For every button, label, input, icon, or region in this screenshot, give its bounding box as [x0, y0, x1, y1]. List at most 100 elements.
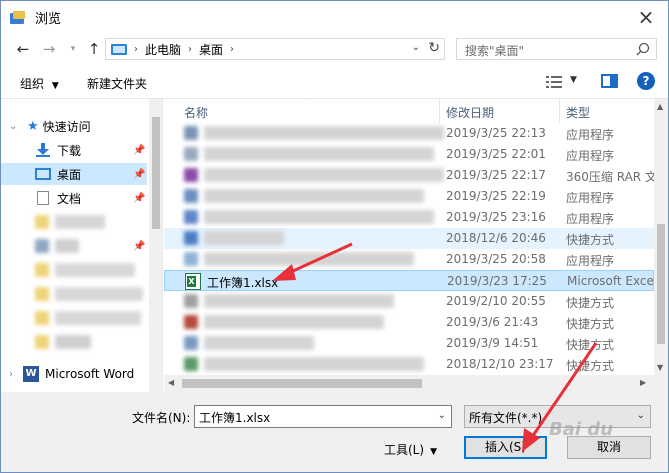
scrollbar-thumb[interactable]	[657, 224, 665, 344]
address-dropdown-icon[interactable]: ⌄	[412, 42, 420, 53]
star-icon: ★	[27, 118, 39, 134]
scroll-down-icon[interactable]: ▼	[657, 363, 663, 372]
file-type: 应用程序	[566, 191, 615, 205]
help-icon[interactable]: ?	[637, 72, 655, 90]
table-row[interactable]: 2019/3/25 22:13 应用程序	[164, 123, 654, 144]
file-icon	[184, 336, 198, 350]
new-folder-button[interactable]: 新建文件夹	[87, 75, 147, 92]
navigation-bar: ← → ▾ ↑ › 此电脑 › 桌面 › ⌄ ↻ 搜索"桌面"	[1, 33, 668, 65]
file-date: 2019/3/25 23:16	[446, 210, 546, 224]
breadcrumb-this-pc[interactable]: 此电脑	[145, 41, 181, 58]
preview-pane-icon[interactable]	[601, 74, 618, 88]
filename-field[interactable]: 工作簿1.xlsx ⌄	[194, 405, 452, 428]
file-icon	[184, 231, 198, 245]
sidebar-label: Microsoft Word	[45, 367, 135, 381]
filename-label: 文件名(N):	[132, 411, 191, 425]
address-bar[interactable]: › 此电脑 › 桌面 › ⌄ ↻	[105, 38, 445, 60]
file-icon	[184, 147, 198, 161]
table-row[interactable]: 2018/12/10 23:17 快捷方式	[164, 354, 654, 375]
table-row[interactable]: 2019/3/25 22:01 应用程序	[164, 144, 654, 165]
forward-button[interactable]: →	[39, 39, 59, 59]
chevron-right-icon: ›	[134, 43, 138, 55]
blurred-file-name	[204, 147, 434, 161]
sidebar-item-desktop[interactable]: 桌面 📌	[1, 163, 147, 185]
horizontal-scrollbar[interactable]: ◀ ▶	[164, 375, 654, 392]
vertical-scrollbar[interactable]: ▲ ▼	[654, 99, 668, 392]
up-button[interactable]: ↑	[84, 39, 104, 59]
file-row-selected[interactable]: X 工作簿1.xlsx 2019/3/23 17:25 Microsoft Exce	[164, 270, 654, 291]
table-row[interactable]: 2019/3/25 22:19 应用程序	[164, 186, 654, 207]
sidebar-label: 下载	[57, 143, 82, 158]
scroll-right-icon[interactable]: ▶	[640, 378, 646, 387]
file-type: 快捷方式	[566, 359, 615, 373]
file-type: 快捷方式	[566, 233, 615, 247]
column-name[interactable]: 名称	[184, 104, 208, 121]
scroll-up-icon[interactable]: ▲	[657, 102, 663, 111]
file-icon	[184, 210, 198, 224]
blurred-file-name	[204, 336, 314, 350]
refresh-icon[interactable]: ↻	[428, 40, 440, 56]
file-date: 2019/3/25 22:13	[446, 126, 546, 140]
navigation-pane[interactable]: ⌄ ★ 快速访问 下载 📌 桌面 📌 文档 📌 📌 › W Microsoft …	[1, 99, 163, 392]
window-title: 浏览	[35, 11, 62, 27]
back-button[interactable]: ←	[13, 39, 33, 59]
file-list[interactable]: ⌃ 名称 修改日期 类型 2019/3/25 22:13 应用程序 2019/3/2…	[164, 99, 668, 392]
table-row[interactable]: 2018/12/6 20:46 快捷方式	[164, 228, 654, 249]
file-type: 360压缩 RAR 文	[566, 170, 654, 184]
recent-locations-button[interactable]: ▾	[63, 39, 83, 59]
sidebar-item-microsoft-word[interactable]: › W Microsoft Word	[1, 363, 147, 385]
chevron-down-icon[interactable]: ▼	[570, 75, 577, 85]
file-icon	[184, 294, 198, 308]
blurred-file-name	[204, 168, 444, 182]
sidebar-scrollbar[interactable]	[149, 99, 162, 392]
file-date: 2019/3/23 17:25	[447, 274, 547, 288]
sidebar-item-documents[interactable]: 文档 📌	[1, 187, 147, 209]
sidebar-item-downloads[interactable]: 下载 📌	[1, 139, 147, 161]
title-bar: 浏览 ×	[1, 1, 668, 33]
file-date: 2019/3/25 22:17	[446, 168, 546, 182]
search-input[interactable]: 搜索"桌面"	[456, 38, 657, 60]
sidebar-label: 快速访问	[42, 119, 91, 134]
folder-icon	[35, 215, 49, 229]
file-type: 应用程序	[566, 254, 615, 268]
scrollbar-thumb[interactable]	[152, 117, 160, 229]
chevron-right-icon[interactable]: ›	[9, 369, 13, 380]
chevron-down-icon[interactable]: ⌄	[9, 121, 17, 132]
column-date[interactable]: 修改日期	[446, 104, 494, 121]
column-type[interactable]: 类型	[566, 104, 590, 121]
table-row[interactable]: 2019/2/10 20:55 快捷方式	[164, 291, 654, 312]
blurred-file-name	[204, 126, 444, 140]
document-icon	[37, 191, 49, 205]
table-row[interactable]: 2019/3/9 14:51 快捷方式	[164, 333, 654, 354]
file-icon	[184, 252, 198, 266]
table-row[interactable]: 2019/3/6 21:43 快捷方式	[164, 312, 654, 333]
file-type: 应用程序	[566, 212, 615, 226]
column-header: ⌃ 名称 修改日期 类型	[164, 99, 654, 123]
tools-button[interactable]: 工具(L) ▼	[384, 441, 437, 458]
blurred-label	[55, 239, 79, 253]
scroll-left-icon[interactable]: ◀	[168, 378, 174, 387]
insert-button[interactable]: 插入(S)	[464, 436, 547, 459]
close-button[interactable]: ×	[636, 7, 656, 27]
desktop-icon	[35, 168, 51, 180]
blurred-file-name	[204, 252, 414, 266]
organize-button[interactable]: 组织 ▼	[20, 75, 59, 92]
file-type: Microsoft Exce	[567, 274, 654, 288]
scrollbar-thumb[interactable]	[182, 379, 422, 388]
sidebar-item-quick-access[interactable]: ⌄ ★ 快速访问	[1, 115, 147, 137]
chevron-down-icon[interactable]: ⌄	[438, 410, 446, 421]
file-icon	[184, 189, 198, 203]
file-icon	[184, 126, 198, 140]
view-options-icon[interactable]	[546, 75, 562, 89]
table-row[interactable]: 2019/3/25 22:17 360压缩 RAR 文	[164, 165, 654, 186]
sidebar-label: 桌面	[57, 167, 82, 182]
breadcrumb-desktop[interactable]: 桌面	[199, 41, 223, 58]
folder-icon	[35, 311, 49, 325]
file-date: 2019/3/25 20:58	[446, 252, 546, 266]
search-placeholder: 搜索"桌面"	[465, 44, 525, 58]
excel-file-icon: X	[185, 273, 201, 290]
chevron-down-icon[interactable]: ⌄	[637, 410, 645, 421]
table-row[interactable]: 2019/3/25 23:16 应用程序	[164, 207, 654, 228]
file-type: 应用程序	[566, 128, 615, 142]
table-row[interactable]: 2019/3/25 20:58 应用程序	[164, 249, 654, 270]
